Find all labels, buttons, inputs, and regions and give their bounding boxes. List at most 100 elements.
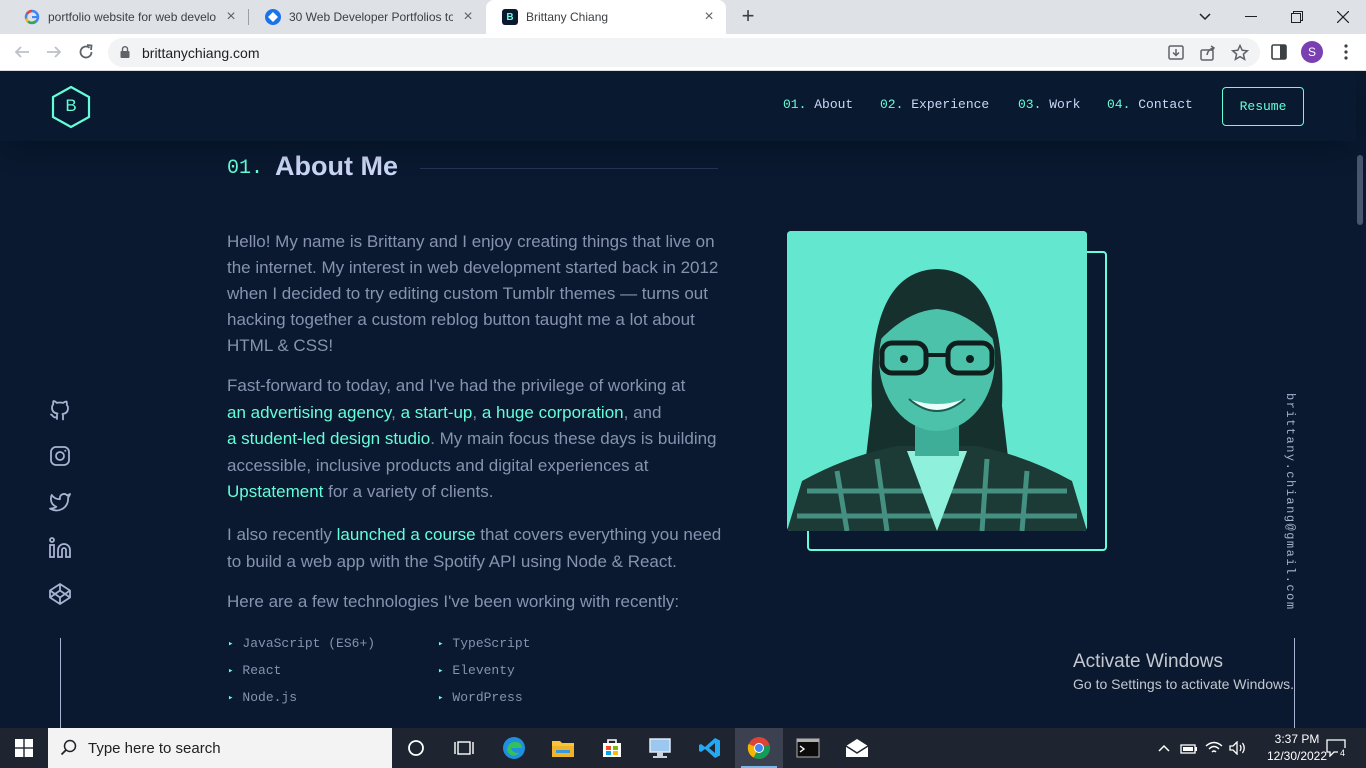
bullet-triangle-icon: ▸ (438, 666, 444, 676)
tech-label: WordPress (452, 690, 523, 705)
nav-link-contact[interactable]: 04. Contact (1107, 97, 1193, 112)
tech-item: ▸ Eleventy (438, 663, 515, 678)
tech-item: ▸ JavaScript (ES6+) (228, 636, 375, 651)
restore-icon[interactable] (1274, 0, 1320, 34)
separator-text: , (472, 402, 482, 422)
url-text[interactable]: brittanychiang.com (142, 45, 260, 61)
watermark-title: Activate Windows (1073, 651, 1223, 672)
nav-link-work[interactable]: 03. Work (1018, 97, 1080, 112)
section-number: 01. (227, 157, 264, 180)
text-line: Hello! My name is Brittany and I enjoy c… (227, 232, 715, 251)
link-design-studio[interactable]: a student-led design studio (227, 429, 430, 448)
text-line: Here are a few technologies I've been wo… (227, 592, 680, 611)
edge-browser-icon[interactable] (490, 728, 538, 768)
tech-item: ▸ TypeScript (438, 636, 530, 651)
bullet-triangle-icon: ▸ (228, 666, 234, 676)
tech-item: ▸ WordPress (438, 690, 523, 705)
nav-label: About (814, 97, 854, 112)
nav-number: 01. (783, 97, 807, 112)
bullet-triangle-icon: ▸ (228, 693, 234, 703)
minimize-icon[interactable] (1228, 0, 1274, 34)
windows-start-icon[interactable] (0, 728, 48, 768)
nav-link-experience[interactable]: 02. Experience (880, 97, 989, 112)
github-icon[interactable] (48, 398, 72, 422)
link-advertising-agency[interactable]: an advertising agency (227, 403, 391, 422)
side-panel-icon[interactable] (1269, 42, 1289, 62)
forward-arrow-icon[interactable] (42, 40, 66, 64)
logo-letter: B (65, 96, 77, 115)
nav-label: Experience (911, 97, 990, 112)
file-explorer-icon[interactable] (539, 728, 587, 768)
mail-icon[interactable] (833, 728, 881, 768)
chrome-taskbar-icon[interactable] (735, 728, 783, 768)
text-line: HTML & CSS! (227, 336, 334, 355)
codepen-icon[interactable] (48, 582, 72, 606)
more-menu-icon[interactable] (1336, 42, 1356, 62)
bullet-triangle-icon: ▸ (228, 639, 234, 649)
text-line: accessible, inclusive products and digit… (227, 455, 649, 475)
text-line: Fast-forward to today, and I've had the … (227, 376, 686, 395)
task-view-icon[interactable] (440, 728, 488, 768)
close-tab-icon[interactable]: × (224, 8, 238, 26)
instagram-icon[interactable] (48, 444, 72, 468)
bookmark-star-icon[interactable] (1230, 43, 1250, 63)
battery-icon[interactable] (1178, 728, 1200, 768)
address-bar[interactable]: brittanychiang.com (108, 38, 1260, 67)
text-fragment: that covers everything you need (475, 525, 722, 544)
email-vertical-line (1294, 638, 1295, 728)
tech-item: ▸ Node.js (228, 690, 297, 705)
share-icon[interactable] (1198, 43, 1218, 63)
terminal-icon[interactable] (784, 728, 832, 768)
bullet-triangle-icon: ▸ (438, 693, 444, 703)
tab-portfolios-article[interactable]: 30 Web Developer Portfolios to In × (249, 0, 485, 34)
link-start-up[interactable]: a start-up (401, 403, 473, 422)
network-computer-icon[interactable] (636, 728, 684, 768)
tech-label: Node.js (242, 690, 298, 705)
twitter-icon[interactable] (48, 490, 72, 514)
nav-number: 03. (1018, 97, 1042, 112)
resume-button[interactable]: Resume (1222, 87, 1304, 126)
tab-brittany-chiang[interactable]: B Brittany Chiang × (486, 0, 726, 34)
nav-link-about[interactable]: 01. About (783, 97, 853, 112)
link-launched-course[interactable]: launched a course (337, 525, 476, 544)
link-huge-corporation[interactable]: a huge corporation (482, 403, 624, 422)
linkedin-icon[interactable] (48, 536, 72, 560)
portrait-illustration (787, 231, 1087, 531)
tab-search-chevron-icon[interactable] (1182, 0, 1228, 34)
tab-google-search[interactable]: portfolio website for web develop × (8, 0, 248, 34)
profile-avatar[interactable]: S (1301, 41, 1323, 63)
cortana-icon[interactable] (392, 728, 440, 768)
close-tab-icon[interactable]: × (461, 8, 475, 26)
scrollbar-thumb[interactable] (1357, 155, 1363, 225)
tech-label: JavaScript (ES6+) (242, 636, 376, 651)
link-upstatement[interactable]: Upstatement (227, 482, 323, 501)
tab-title: portfolio website for web develop (48, 10, 216, 24)
show-hidden-icons-chevron-icon[interactable] (1154, 728, 1174, 768)
site-logo[interactable]: B (50, 85, 92, 129)
email-link[interactable]: brittany.chiang@gmail.com (1283, 393, 1297, 611)
install-app-icon[interactable] (1166, 43, 1186, 63)
search-icon (60, 739, 77, 756)
bullet-triangle-icon: ▸ (438, 639, 444, 649)
back-arrow-icon[interactable] (10, 40, 34, 64)
volume-icon[interactable] (1227, 728, 1249, 768)
tech-item: ▸ React (228, 663, 281, 678)
browser-toolbar: brittanychiang.com S (0, 34, 1366, 71)
reload-icon[interactable] (74, 40, 98, 64)
lock-icon[interactable] (120, 46, 130, 58)
close-tab-icon[interactable]: × (702, 8, 716, 26)
taskbar-search-box[interactable]: Type here to search (48, 728, 392, 768)
about-paragraph-4: Here are a few technologies I've been wo… (227, 589, 739, 615)
heading-divider (420, 168, 718, 169)
text-fragment: I also recently (227, 525, 337, 544)
microsoft-store-icon[interactable] (588, 728, 636, 768)
vscode-icon[interactable] (686, 728, 734, 768)
portrait-photo[interactable] (787, 231, 1087, 531)
wifi-icon[interactable] (1203, 728, 1225, 768)
new-tab-icon[interactable]: + (737, 5, 759, 27)
site-header: B 01. About 02. Experience 03. Work 04. … (0, 71, 1356, 141)
notification-center-icon[interactable]: 4 (1320, 728, 1352, 768)
google-icon (24, 9, 40, 25)
nav-label: Work (1049, 97, 1081, 112)
close-window-icon[interactable] (1320, 0, 1366, 34)
